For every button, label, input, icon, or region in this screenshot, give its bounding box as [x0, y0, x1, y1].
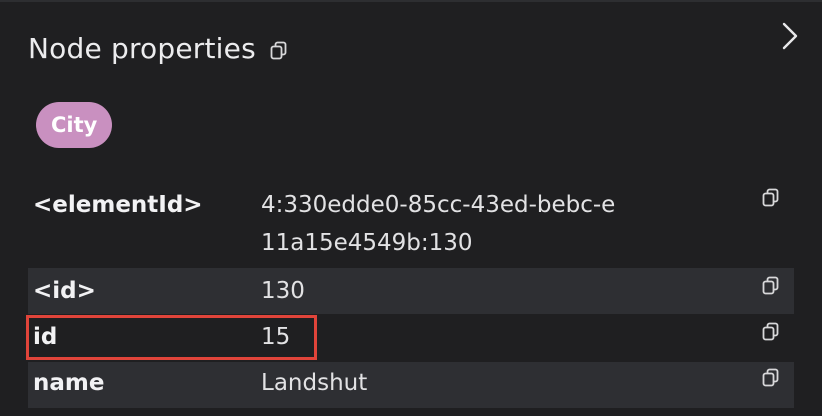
properties-table: <elementId> 4:330edde0-85cc-43ed-bebc-e1…	[28, 178, 794, 408]
panel-header: Node properties	[28, 32, 288, 65]
property-row-id: id 15	[28, 314, 794, 362]
copy-icon[interactable]	[762, 322, 780, 342]
property-value: Landshut	[261, 370, 368, 396]
chevron-right-icon[interactable]	[778, 20, 802, 52]
copy-icon[interactable]	[762, 276, 780, 296]
copy-icon[interactable]	[762, 368, 780, 388]
copy-icon[interactable]	[270, 41, 288, 61]
label-badge-city[interactable]: City	[36, 102, 113, 148]
copy-icon[interactable]	[762, 188, 780, 208]
property-value: 130	[261, 278, 305, 304]
property-key: <elementId>	[33, 192, 203, 218]
property-value: 4:330edde0-85cc-43ed-bebc-e11a15e4549b:1…	[261, 192, 616, 256]
property-row-internal-id: <id> 130	[28, 268, 794, 314]
property-value: 15	[261, 324, 291, 350]
property-key: id	[33, 324, 58, 350]
panel-title: Node properties	[28, 32, 256, 65]
property-key: name	[33, 370, 105, 396]
property-row-elementid: <elementId> 4:330edde0-85cc-43ed-bebc-e1…	[28, 178, 794, 268]
node-properties-panel: Node properties City <elementId> 4:330ed…	[0, 0, 822, 416]
property-row-name: name Landshut	[28, 362, 794, 408]
property-key: <id>	[33, 278, 96, 304]
